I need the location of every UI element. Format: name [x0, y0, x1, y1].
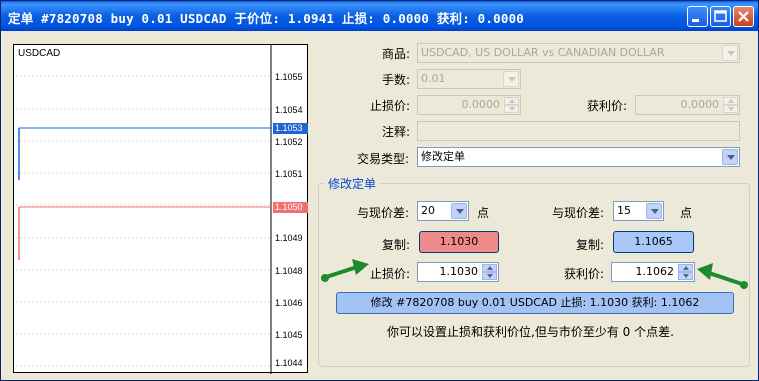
- sl-copy-button[interactable]: 1.1030: [419, 231, 499, 253]
- spin-up-icon[interactable]: [723, 97, 738, 105]
- price-tick: 1.1055: [275, 72, 303, 82]
- sl-points-label: 点: [477, 206, 490, 220]
- maximize-icon: [714, 10, 727, 22]
- tp-distance-select[interactable]: 15: [613, 201, 664, 221]
- sl-price-spinner[interactable]: [482, 264, 497, 280]
- take-profit-spinner[interactable]: [723, 97, 738, 113]
- chevron-down-icon: [451, 203, 467, 219]
- stop-loss-input[interactable]: 0.0000: [417, 95, 521, 115]
- tp-price-input[interactable]: 1.1062: [611, 262, 695, 282]
- sl-distance-value: 20: [421, 204, 435, 217]
- sl-distance-select[interactable]: 20: [417, 201, 469, 221]
- spin-down-icon[interactable]: [723, 105, 738, 113]
- spin-up-icon[interactable]: [482, 264, 497, 272]
- tp-copy-button[interactable]: 1.1065: [613, 231, 694, 253]
- maximize-button[interactable]: [710, 6, 731, 27]
- sl-copy-label: 复制:: [382, 238, 411, 252]
- order-type-select-value: 修改定单: [421, 150, 465, 163]
- stop-loss-label: 止损价:: [370, 99, 411, 113]
- chevron-down-icon: [722, 149, 738, 165]
- sl-distance-label: 与现价差:: [357, 206, 410, 220]
- order-type-select[interactable]: 修改定单: [417, 147, 740, 167]
- close-button[interactable]: [733, 6, 754, 27]
- price-tick: 1.1054: [275, 105, 303, 115]
- symbol-select[interactable]: USDCAD, US DOLLAR vs CANADIAN DOLLAR: [417, 43, 740, 63]
- tp-distance-label: 与现价差:: [552, 206, 605, 220]
- stop-loss-input-value: 0.0000: [461, 98, 501, 111]
- take-profit-input-value: 0.0000: [680, 98, 720, 111]
- stop-loss-spinner[interactable]: [504, 97, 519, 113]
- chevron-down-icon: [503, 71, 519, 87]
- spin-down-icon[interactable]: [482, 272, 497, 280]
- take-profit-input[interactable]: 0.0000: [635, 95, 740, 115]
- hint-text: 你可以设置止损和获利价位,但与市价至少有 0 个点差.: [387, 325, 674, 339]
- price-tick: 1.1052: [275, 137, 303, 147]
- comment-input[interactable]: [417, 121, 740, 141]
- price-tick: 1.1051: [275, 169, 303, 179]
- symbol-select-value: USDCAD, US DOLLAR vs CANADIAN DOLLAR: [421, 46, 665, 59]
- sl-price-label: 止损价:: [370, 267, 411, 281]
- volume-select[interactable]: 0.01: [417, 69, 521, 89]
- tp-distance-value: 15: [617, 204, 631, 217]
- symbol-label: 商品:: [382, 47, 411, 61]
- order-type-label: 交易类型:: [357, 152, 410, 166]
- close-icon: [738, 11, 749, 22]
- take-profit-price-tag: 1.1053: [273, 123, 308, 134]
- green-arrow-icon: [697, 263, 748, 289]
- green-arrow-icon: [321, 259, 369, 282]
- price-chart[interactable]: USDCAD 1.1055 1.1054 1.1052 1.1051 1.104…: [13, 44, 308, 374]
- minimize-icon: [692, 19, 699, 22]
- sl-price-value: 1.1030: [439, 265, 479, 278]
- sl-price-input[interactable]: 1.1030: [417, 262, 499, 282]
- tp-price-value: 1.1062: [635, 265, 675, 278]
- price-tick: 1.1044: [275, 358, 303, 368]
- modify-order-group-title: 修改定单: [324, 175, 381, 192]
- minimize-button[interactable]: [687, 6, 708, 27]
- take-profit-label: 获利价:: [587, 99, 628, 113]
- tp-price-label: 获利价:: [564, 267, 605, 281]
- tp-copy-label: 复制:: [576, 238, 605, 252]
- spin-up-icon[interactable]: [504, 97, 519, 105]
- price-tick: 1.1046: [275, 298, 303, 308]
- spin-down-icon[interactable]: [504, 105, 519, 113]
- volume-select-value: 0.01: [421, 72, 446, 85]
- price-tick: 1.1048: [275, 266, 303, 276]
- volume-label: 手数:: [382, 73, 411, 87]
- tp-points-label: 点: [680, 206, 693, 220]
- chevron-down-icon: [646, 203, 662, 219]
- stop-loss-price-tag: 1.1050: [273, 202, 308, 213]
- order-modify-dialog: 定单 #7820708 buy 0.01 USDCAD 于价位: 1.0941 …: [0, 0, 759, 381]
- chart-symbol-label: USDCAD: [18, 48, 61, 59]
- title-bar[interactable]: 定单 #7820708 buy 0.01 USDCAD 于价位: 1.0941 …: [1, 1, 758, 31]
- price-tick: 1.1045: [275, 330, 303, 340]
- chart-canvas: [16, 45, 272, 374]
- window-title: 定单 #7820708 buy 0.01 USDCAD 于价位: 1.0941 …: [8, 11, 525, 26]
- chevron-down-icon: [722, 45, 738, 61]
- modify-order-button[interactable]: 修改 #7820708 buy 0.01 USDCAD 止损: 1.1030 获…: [336, 292, 734, 314]
- price-tick: 1.1049: [275, 233, 303, 243]
- comment-label: 注释:: [382, 125, 411, 139]
